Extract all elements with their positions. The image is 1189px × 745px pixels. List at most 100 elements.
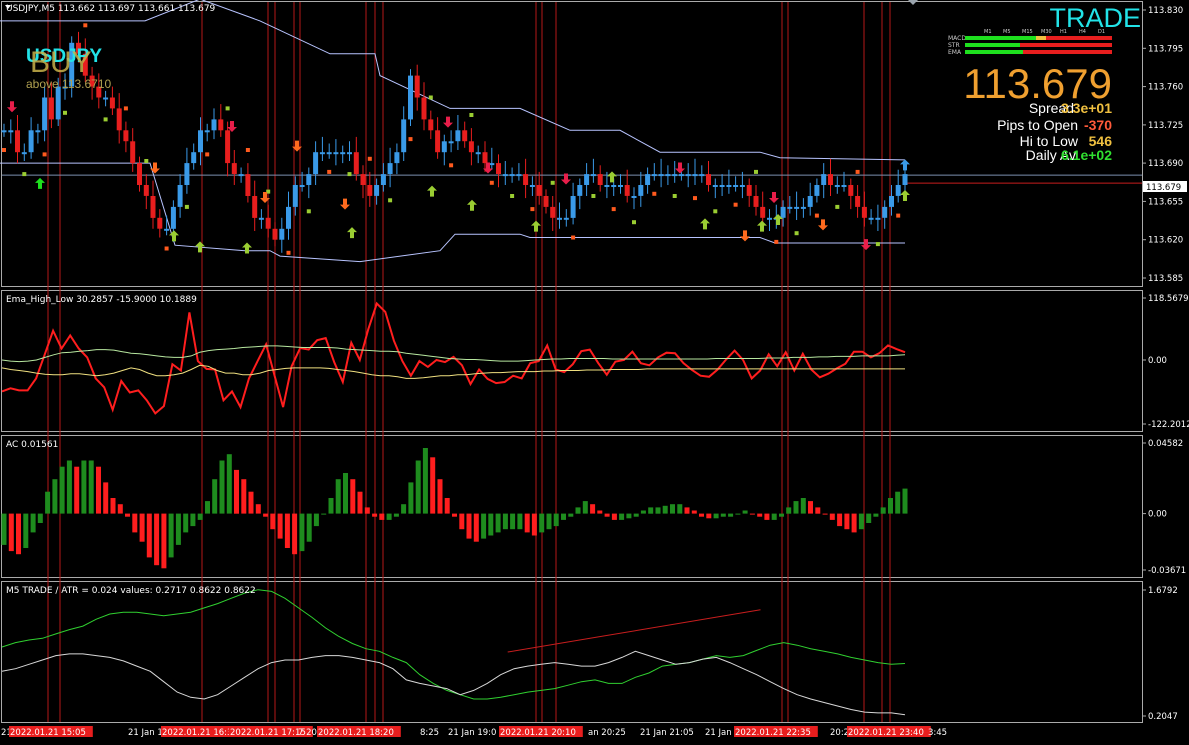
candle-body (889, 196, 894, 207)
ac-bar (655, 507, 661, 514)
signal-dot (794, 231, 799, 236)
time-label: 21 Jan 19:0 (448, 728, 496, 738)
ac-bar (590, 504, 596, 514)
candle-body (211, 119, 217, 131)
strength-col-label: M30 (1041, 29, 1052, 35)
candle-body (712, 185, 718, 187)
signal-label: BUY (30, 46, 92, 79)
pips-label: Pips to Open (997, 117, 1078, 133)
time-label: 3:45 (928, 728, 947, 738)
ema-panel-title: Ema_High_Low 30.2857 -15.9000 10.1889 (6, 295, 197, 305)
ac-bar (699, 513, 704, 517)
candle-body (48, 97, 54, 120)
candle-body (150, 196, 156, 218)
ac-bar (292, 513, 298, 555)
candle-body (658, 174, 664, 177)
trading-chart[interactable]: 113.830 113.795 113.760 113.725 113.690 113.6… (0, 0, 1189, 745)
ac-bar (851, 513, 857, 533)
signal-dot (693, 196, 697, 201)
candle-body (157, 217, 163, 229)
ac-bar (561, 513, 566, 520)
time-label: an 20:25 (588, 728, 626, 738)
ac-bar (313, 513, 319, 527)
ac-bar (212, 479, 218, 514)
candle-body (848, 185, 854, 196)
ac-bar (205, 501, 210, 514)
candle-body (258, 217, 264, 220)
ac-bar (81, 460, 87, 514)
ac-bar (771, 513, 777, 520)
candle-body (204, 130, 210, 133)
candle-body (828, 174, 833, 185)
ac-bar (1, 513, 7, 545)
ac-bar (713, 513, 719, 519)
ac-bar (197, 513, 203, 520)
ac-bar (735, 513, 741, 515)
ac-bar (611, 513, 617, 520)
time-label: 21 Jan 1 (128, 728, 163, 738)
candle-body (760, 206, 766, 218)
ac-bar (626, 513, 632, 519)
ac-bar (757, 513, 763, 517)
strength-col-label: M5 (1003, 29, 1011, 35)
candle-body (8, 130, 14, 133)
candle-body (882, 206, 888, 218)
ac-bar (422, 448, 428, 514)
ac-bar (800, 498, 806, 514)
candle-body (536, 185, 542, 196)
axis-tick-label: 0.00 (1148, 356, 1167, 366)
candle-body (367, 185, 373, 196)
ac-bar (786, 507, 792, 514)
candle-body (584, 174, 590, 185)
candle-body (557, 217, 562, 220)
candle-body (130, 141, 136, 164)
candle-body (651, 174, 657, 177)
ac-bar (808, 501, 813, 514)
candle-body (170, 206, 176, 229)
candle-body (164, 228, 170, 231)
candle-body (1, 130, 7, 133)
candle-body (902, 174, 908, 185)
ac-bar (502, 513, 508, 530)
candle-body (137, 163, 142, 185)
strength-bar-down (1020, 43, 1112, 47)
ac-bar (582, 501, 588, 514)
ac-bar (37, 513, 43, 523)
candle-body (489, 163, 495, 166)
candle-body (597, 174, 603, 185)
candle-body (265, 217, 271, 229)
axis-tick-label: 113.655 (1148, 197, 1183, 207)
candle-body (468, 141, 474, 153)
ac-bar (495, 513, 501, 533)
candle-body (678, 174, 684, 177)
candle-body (387, 163, 393, 174)
ac-bar (263, 513, 269, 517)
ac-bar (350, 479, 356, 514)
candle-body (191, 152, 197, 164)
candle-body (496, 163, 501, 174)
candle-body (523, 174, 529, 185)
ac-bar (858, 513, 864, 530)
signal-dot (123, 106, 128, 111)
candle-body (638, 185, 644, 196)
candle-body (665, 174, 671, 177)
strength-col-label: M1 (984, 29, 992, 35)
candle-body (394, 152, 400, 164)
candle-body (787, 206, 793, 209)
candle-body (448, 141, 454, 144)
time-label: 2022.01.21 22:35 (735, 728, 811, 738)
candle-body (272, 228, 278, 240)
candle-body (279, 228, 285, 240)
ac-bar (677, 504, 683, 514)
ac-bar (154, 513, 160, 566)
candle-body (895, 185, 901, 196)
candle-body (834, 185, 840, 187)
ac-bar (52, 479, 58, 514)
signal-dot (733, 202, 738, 207)
ac-bar (779, 513, 784, 517)
ac-bar (473, 513, 479, 542)
ac-bar (619, 513, 625, 520)
axis-tick-label: 1.6792 (1148, 586, 1178, 596)
candle-body (692, 174, 698, 177)
strength-bar-up (965, 36, 1043, 40)
